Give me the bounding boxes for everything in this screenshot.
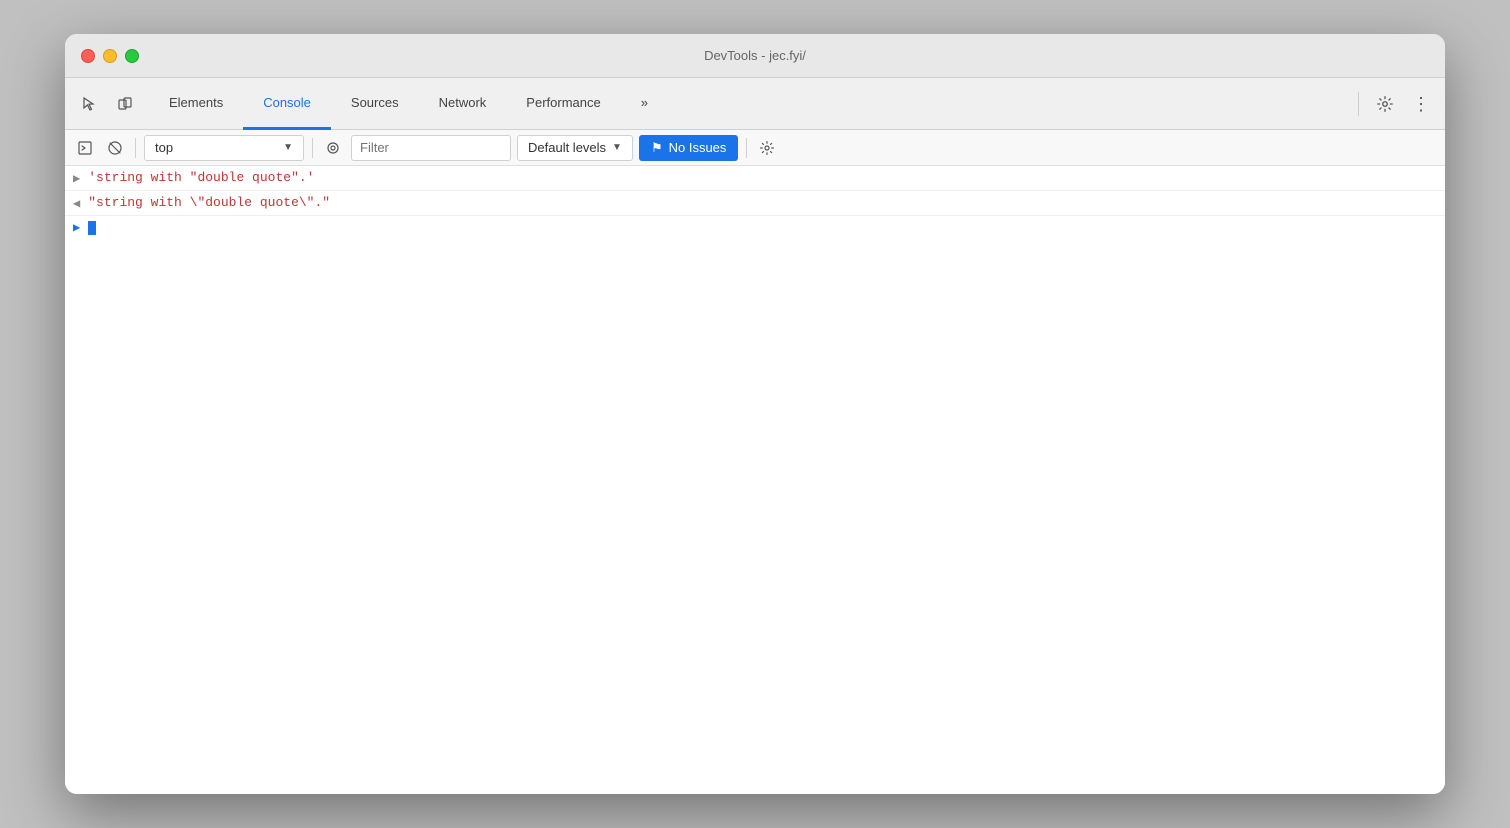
return-arrow-2: ◀ — [73, 195, 80, 211]
context-dropdown-arrow: ▼ — [283, 142, 293, 153]
toolbar-left-icons — [73, 78, 141, 129]
title-bar: DevTools - jec.fyi/ — [65, 34, 1445, 78]
expand-arrow-1[interactable]: ▶ — [73, 170, 80, 186]
log-levels-select[interactable]: Default levels ▼ — [517, 135, 633, 161]
toolbar-divider — [1358, 92, 1359, 116]
maximize-button[interactable] — [125, 49, 139, 63]
console-divider-1 — [135, 138, 136, 158]
console-value-1: 'string with "double quote".' — [88, 170, 314, 185]
no-issues-button[interactable]: ⚑ No Issues — [639, 135, 738, 161]
window-title: DevTools - jec.fyi/ — [704, 48, 806, 63]
console-line-1: ▶ 'string with "double quote".' — [65, 166, 1445, 191]
console-prompt-line[interactable]: ▶ — [65, 216, 1445, 239]
console-divider-3 — [746, 138, 747, 158]
cursor-icon — [81, 96, 97, 112]
settings-icon[interactable] — [1369, 88, 1401, 120]
console-toolbar: top ▼ Default levels ▼ ⚑ No Issues — [65, 130, 1445, 166]
levels-dropdown-arrow: ▼ — [612, 142, 622, 153]
toolbar-right-icons: ⋮ — [1352, 78, 1437, 129]
minimize-button[interactable] — [103, 49, 117, 63]
flag-icon: ⚑ — [651, 140, 663, 156]
more-options-icon[interactable]: ⋮ — [1405, 88, 1437, 120]
clear-console-icon[interactable] — [103, 136, 127, 160]
context-select[interactable]: top ▼ — [144, 135, 304, 161]
console-value-2: "string with \"double quote\"." — [88, 195, 330, 210]
traffic-lights — [81, 49, 139, 63]
prompt-arrow: ▶ — [73, 220, 80, 235]
layers-icon — [117, 96, 133, 112]
close-button[interactable] — [81, 49, 95, 63]
prompt-cursor — [88, 221, 96, 235]
console-divider-2 — [312, 138, 313, 158]
console-line-2: ◀ "string with \"double quote\"." — [65, 191, 1445, 216]
devtools-window: DevTools - jec.fyi/ Elements Console — [65, 34, 1445, 794]
console-output: ▶ 'string with "double quote".' ◀ "strin… — [65, 166, 1445, 794]
filter-input[interactable] — [351, 135, 511, 161]
tab-elements[interactable]: Elements — [149, 78, 243, 130]
device-toolbar-icon[interactable] — [109, 88, 141, 120]
tab-console[interactable]: Console — [243, 78, 331, 130]
tab-performance[interactable]: Performance — [506, 78, 620, 130]
console-settings-icon[interactable] — [755, 136, 779, 160]
main-toolbar: Elements Console Sources Network Perform… — [65, 78, 1445, 130]
main-tabs: Elements Console Sources Network Perform… — [149, 78, 1344, 129]
run-script-icon[interactable] — [73, 136, 97, 160]
tab-sources[interactable]: Sources — [331, 78, 419, 130]
inspector-icon[interactable] — [73, 88, 105, 120]
tab-more[interactable]: » — [621, 78, 668, 130]
tab-network[interactable]: Network — [419, 78, 507, 130]
live-expression-icon[interactable] — [321, 136, 345, 160]
